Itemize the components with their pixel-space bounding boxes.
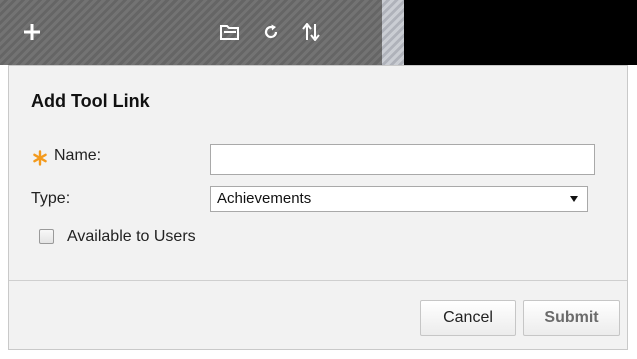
dropdown-arrow-icon bbox=[570, 196, 578, 202]
add-tool-link-dialog: Add Tool Link Name: Type: Achievements A… bbox=[8, 65, 628, 350]
name-input[interactable] bbox=[210, 144, 595, 175]
sort-button[interactable] bbox=[295, 16, 327, 48]
sort-icon bbox=[302, 23, 320, 41]
folder-button[interactable] bbox=[214, 16, 246, 48]
toolbar-endcap bbox=[382, 0, 404, 65]
required-asterisk-icon bbox=[33, 150, 47, 166]
refresh-button[interactable] bbox=[255, 16, 287, 48]
dialog-title: Add Tool Link bbox=[31, 91, 150, 111]
plus-icon bbox=[24, 24, 40, 40]
submit-button[interactable]: Submit bbox=[523, 300, 620, 336]
type-select-value: Achievements bbox=[217, 190, 312, 207]
add-button[interactable] bbox=[16, 16, 48, 48]
available-to-users-label: Available to Users bbox=[67, 228, 196, 245]
cancel-button[interactable]: Cancel bbox=[420, 300, 516, 336]
footer-divider bbox=[9, 280, 627, 281]
folder-icon bbox=[220, 25, 239, 40]
top-toolbar bbox=[0, 0, 637, 65]
refresh-icon bbox=[264, 24, 278, 39]
type-select[interactable]: Achievements bbox=[210, 186, 588, 212]
available-to-users-checkbox[interactable] bbox=[39, 229, 54, 244]
name-label: Name: bbox=[54, 147, 102, 164]
type-label: Type: bbox=[31, 190, 71, 207]
toolbar-strip bbox=[0, 0, 404, 65]
